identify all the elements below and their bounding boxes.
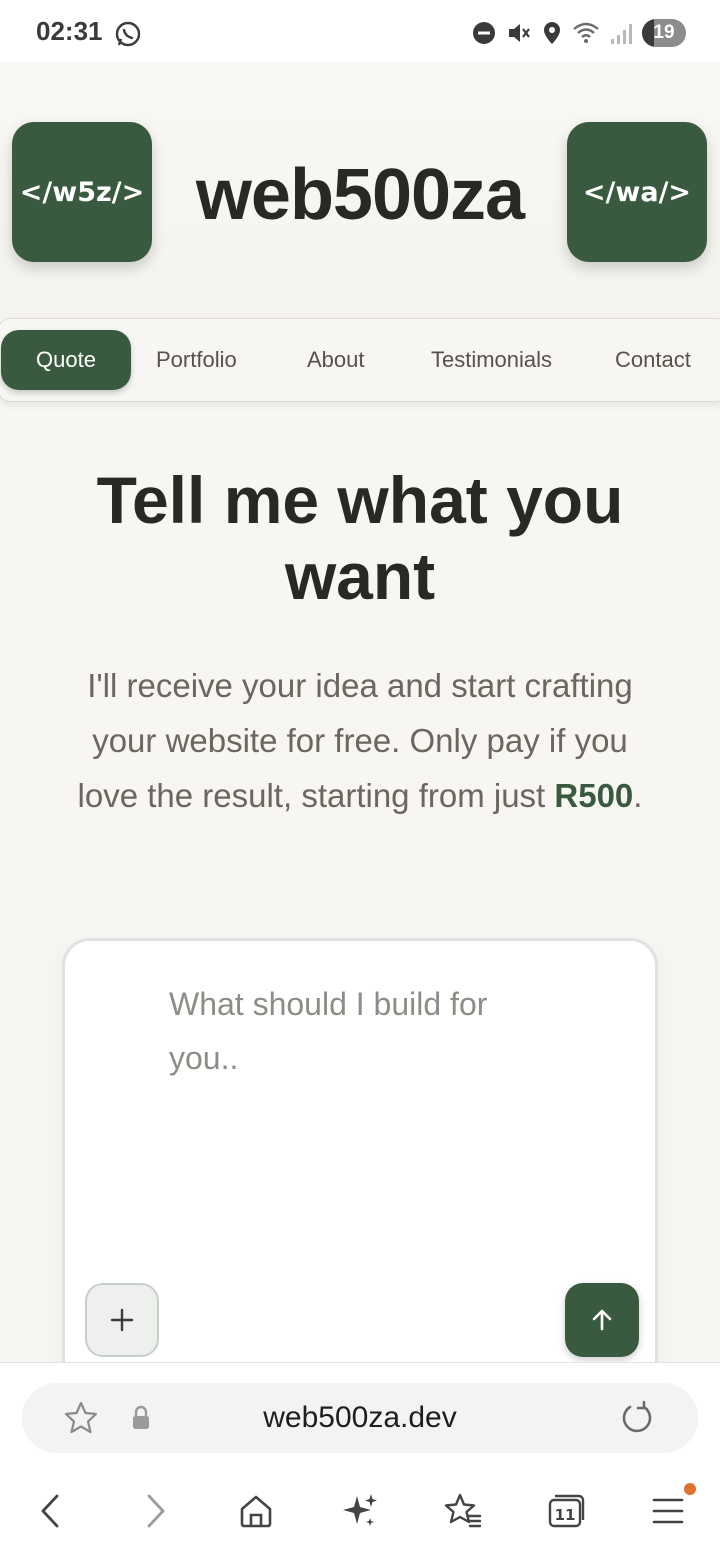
- status-time: 02:31: [36, 16, 103, 46]
- plus-icon: [110, 1308, 134, 1332]
- nav-item-about[interactable]: About: [307, 330, 365, 390]
- site-header: </w5z/> web500za </wa/>: [0, 62, 720, 318]
- nav-item-portfolio[interactable]: Portfolio: [156, 330, 237, 390]
- forward-button[interactable]: [136, 1491, 176, 1531]
- notification-dot: [684, 1483, 696, 1495]
- reload-icon[interactable]: [618, 1399, 656, 1437]
- wifi-icon: [573, 22, 599, 43]
- mute-icon: [509, 24, 530, 42]
- prompt-card: [62, 938, 658, 1398]
- add-attachment-button[interactable]: [85, 1283, 159, 1357]
- battery-icon: 19: [642, 19, 686, 47]
- nav-item-testimonials[interactable]: Testimonials: [431, 330, 552, 390]
- brand-title[interactable]: web500za: [160, 154, 560, 236]
- prompt-input[interactable]: [169, 977, 489, 1097]
- home-icon: [240, 1495, 272, 1528]
- browser-nav-row: 11: [0, 1471, 720, 1551]
- address-bar[interactable]: web500za.dev: [22, 1383, 698, 1453]
- hamburger-menu-icon: [652, 1498, 684, 1524]
- whatsapp-icon: [115, 21, 141, 47]
- send-button[interactable]: [565, 1283, 639, 1357]
- tabs-button[interactable]: 11: [546, 1491, 586, 1531]
- nav-item-contact[interactable]: Contact: [615, 330, 691, 390]
- signal-icon: [611, 24, 632, 44]
- logo-left[interactable]: </w5z/>: [12, 122, 152, 262]
- nav-item-quote[interactable]: Quote: [1, 330, 131, 390]
- hero-description-text: I'll receive your idea and start craftin…: [77, 667, 633, 814]
- logo-right[interactable]: </wa/>: [567, 122, 707, 262]
- menu-button[interactable]: [648, 1491, 688, 1531]
- home-button[interactable]: [236, 1491, 276, 1531]
- status-bar: 02:31 19: [0, 0, 720, 62]
- price-highlight: R500: [554, 777, 634, 814]
- chevron-right-icon: [147, 1494, 165, 1528]
- chevron-left-icon: [41, 1494, 59, 1528]
- browser-toolbar: web500za.dev 11: [0, 1362, 720, 1560]
- url-text: web500za.dev: [263, 1401, 457, 1434]
- bookmarks-list-icon: [444, 1493, 482, 1528]
- tabs-icon: 11: [548, 1494, 585, 1528]
- back-button[interactable]: [30, 1491, 70, 1531]
- ai-assistant-button[interactable]: [340, 1491, 380, 1531]
- site-nav: Quote Portfolio About Testimonials Conta…: [0, 318, 720, 402]
- tab-count: 11: [555, 1506, 576, 1524]
- bookmarks-button[interactable]: [442, 1491, 482, 1531]
- hero-description-end: .: [633, 777, 643, 814]
- sparkle-icon: [343, 1494, 377, 1526]
- page-headline: Tell me what you want: [96, 463, 624, 613]
- arrow-up-icon: [592, 1309, 612, 1331]
- hero-description: I'll receive your idea and start craftin…: [60, 658, 660, 823]
- location-icon: [544, 22, 560, 44]
- battery-level: 19: [653, 22, 675, 43]
- do-not-disturb-icon: [473, 22, 495, 44]
